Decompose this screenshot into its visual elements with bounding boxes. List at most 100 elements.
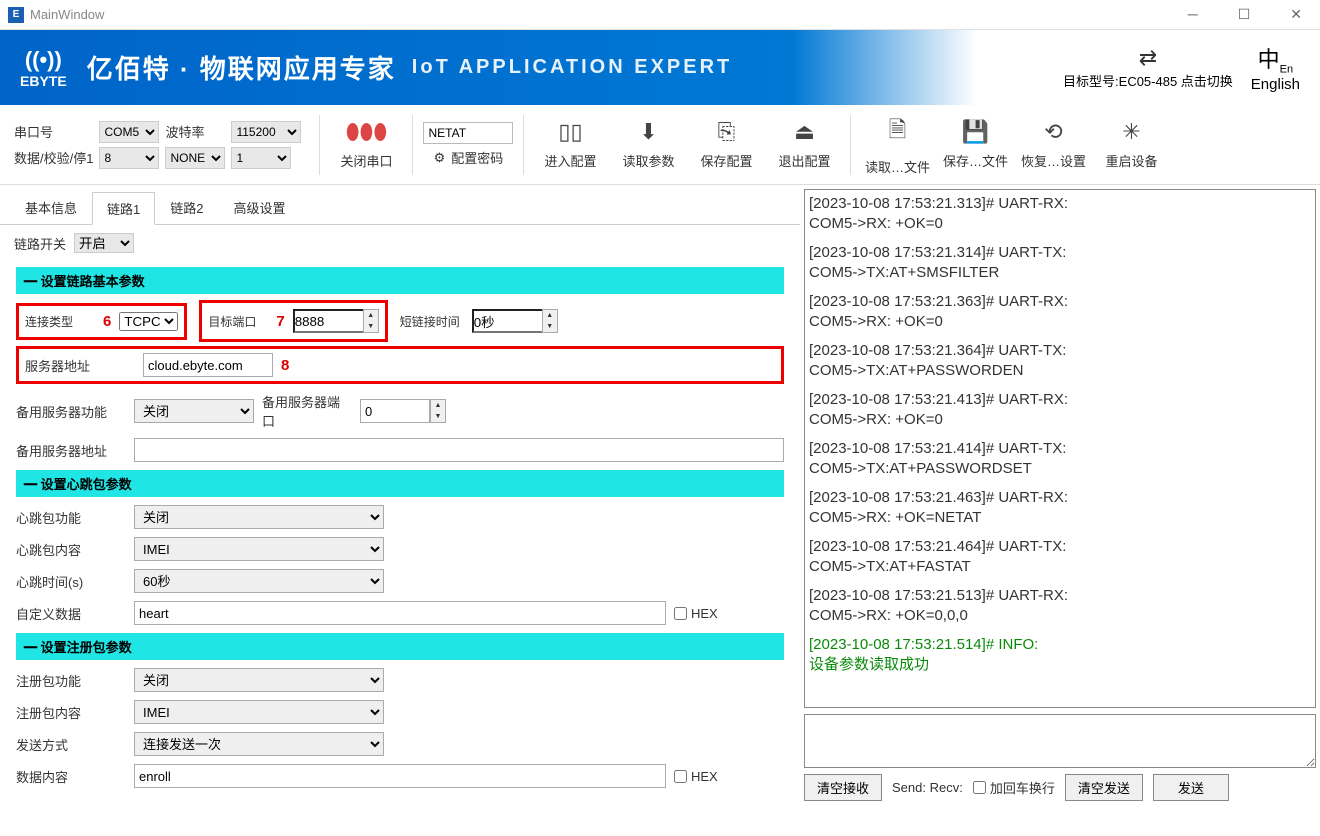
- language-icon: 中En: [1258, 42, 1293, 75]
- hex-label: HEX: [691, 769, 718, 784]
- hb-func-select[interactable]: 关闭: [134, 505, 384, 529]
- hb-hex-check[interactable]: HEX: [674, 606, 784, 621]
- send-input[interactable]: [804, 714, 1316, 768]
- tab-link1[interactable]: 链路1: [92, 192, 155, 225]
- target-port-spinner[interactable]: ▲▼: [293, 309, 379, 333]
- link-switch-label: 链路开关: [14, 234, 66, 253]
- server-addr-input[interactable]: [143, 353, 273, 377]
- backup-port-input[interactable]: [360, 399, 430, 423]
- maximize-icon[interactable]: ☐: [1228, 2, 1261, 27]
- divider: [412, 115, 413, 175]
- form-scroll[interactable]: 设置链路基本参数 连接类型 6 TCPC 目标端口 7 ▲▼ 短链接时间: [0, 261, 800, 805]
- exit-config-button[interactable]: ⏏退出配置: [768, 113, 840, 177]
- hb-time-select[interactable]: 60秒: [134, 569, 384, 593]
- backup-func-label: 备用服务器功能: [16, 402, 126, 421]
- short-conn-spinner[interactable]: ▲▼: [472, 309, 558, 333]
- close-serial-label: 关闭串口: [340, 151, 392, 170]
- tab-basic-info[interactable]: 基本信息: [10, 191, 92, 224]
- link-switch-select[interactable]: 开启: [74, 233, 134, 253]
- language-button[interactable]: 中En English: [1251, 42, 1300, 92]
- toolbar: 串口号 COM5 波特率 115200 数据/校验/停1 8 NONE 1 ⬮⬮…: [0, 105, 1320, 185]
- window-title: MainWindow: [30, 7, 104, 22]
- send-button[interactable]: 发送: [1153, 774, 1229, 801]
- port-select[interactable]: COM5: [99, 121, 159, 143]
- hb-time-label: 心跳时间(s): [16, 572, 126, 591]
- reg-content-select[interactable]: IMEI: [134, 700, 384, 724]
- log-output[interactable]: [2023-10-08 17:53:21.313]# UART-RX: COM5…: [804, 189, 1316, 708]
- stopbits-select[interactable]: 1: [231, 147, 291, 169]
- tab-link2[interactable]: 链路2: [155, 191, 218, 224]
- reg-data-input[interactable]: [134, 764, 666, 788]
- hb-hex-checkbox[interactable]: [674, 607, 687, 620]
- read-file-label: 读取…文件: [865, 157, 930, 176]
- save-file-label: 保存…文件: [943, 151, 1008, 170]
- hb-custom-input[interactable]: [134, 601, 666, 625]
- app-icon: E: [8, 7, 24, 23]
- save-file-button[interactable]: 💾保存…文件: [939, 113, 1011, 177]
- crlf-check[interactable]: 加回车换行: [973, 778, 1055, 797]
- clear-recv-button[interactable]: 清空接收: [804, 774, 882, 801]
- close-serial-button[interactable]: ⬮⬮⬮ 关闭串口: [330, 113, 402, 177]
- section-register: 设置注册包参数: [16, 633, 784, 660]
- reg-hex-checkbox[interactable]: [674, 770, 687, 783]
- annotation-box-6: 连接类型 6 TCPC: [16, 303, 187, 340]
- left-pane: 基本信息 链路1 链路2 高级设置 链路开关 开启 设置链路基本参数 连接类型 …: [0, 185, 800, 805]
- databits-select[interactable]: 8: [99, 147, 159, 169]
- baud-select[interactable]: 115200: [231, 121, 301, 143]
- spin-up-icon[interactable]: ▲: [431, 400, 445, 411]
- crlf-checkbox[interactable]: [973, 781, 986, 794]
- hb-content-select[interactable]: IMEI: [134, 537, 384, 561]
- banner: ((•)) EBYTE 亿佰特 · 物联网应用专家 IoT APPLICATIO…: [0, 30, 1320, 105]
- backup-addr-input[interactable]: [134, 438, 784, 462]
- tabs: 基本信息 链路1 链路2 高级设置: [0, 191, 800, 225]
- password-block: ⚙ 配置密码: [423, 122, 513, 167]
- config-password-button[interactable]: ⚙ 配置密码: [434, 148, 504, 167]
- divider: [523, 115, 524, 175]
- restore-icon: ⟲: [1044, 119, 1062, 145]
- antenna-icon: ((•)): [25, 47, 62, 73]
- read-file-button[interactable]: 🗎 读取…文件: [861, 113, 933, 177]
- conn-type-select[interactable]: TCPC: [119, 312, 178, 331]
- backup-port-spinner[interactable]: ▲▼: [360, 399, 446, 423]
- parity-select[interactable]: NONE: [165, 147, 225, 169]
- save-config-label: 保存配置: [700, 151, 752, 170]
- minimize-icon[interactable]: ─: [1178, 2, 1208, 27]
- titlebar: E MainWindow ─ ☐ ✕: [0, 0, 1320, 30]
- backup-func-select[interactable]: 关闭: [134, 399, 254, 423]
- baud-label: 波特率: [165, 122, 225, 141]
- clear-send-button[interactable]: 清空发送: [1065, 774, 1143, 801]
- language-label: English: [1251, 76, 1300, 93]
- short-conn-input[interactable]: [472, 309, 542, 333]
- reg-hex-check[interactable]: HEX: [674, 769, 784, 784]
- annotation-8: 8: [281, 357, 289, 374]
- send-recv-stats: Send: Recv:: [892, 780, 963, 795]
- target-model-button[interactable]: ⇄ 目标型号:EC05-485 点击切换: [1063, 45, 1233, 90]
- server-addr-label: 服务器地址: [25, 356, 135, 375]
- password-input[interactable]: [423, 122, 513, 144]
- spin-up-icon[interactable]: ▲: [543, 310, 557, 321]
- spin-down-icon[interactable]: ▼: [364, 321, 378, 332]
- reboot-button[interactable]: ✳重启设备: [1095, 113, 1167, 177]
- read-params-button[interactable]: ⬇读取参数: [612, 113, 684, 177]
- spin-down-icon[interactable]: ▼: [431, 411, 445, 422]
- restore-label: 恢复…设置: [1021, 151, 1086, 170]
- spin-down-icon[interactable]: ▼: [543, 321, 557, 332]
- save-config-button[interactable]: ⎘保存配置: [690, 113, 762, 177]
- close-icon[interactable]: ✕: [1280, 2, 1312, 27]
- target-port-input[interactable]: [293, 309, 363, 333]
- reboot-label: 重启设备: [1105, 151, 1157, 170]
- reg-content-label: 注册包内容: [16, 703, 126, 722]
- restore-button[interactable]: ⟲ 恢复…设置: [1017, 113, 1089, 177]
- brand-cn: 亿佰特 · 物联网应用专家: [87, 49, 396, 86]
- send-mode-select[interactable]: 连接发送一次: [134, 732, 384, 756]
- annotation-6: 6: [103, 313, 111, 330]
- enter-config-button[interactable]: ▯▯进入配置: [534, 113, 606, 177]
- reg-func-select[interactable]: 关闭: [134, 668, 384, 692]
- file-read-icon: 🗎: [889, 113, 907, 151]
- exit-config-label: 退出配置: [778, 151, 830, 170]
- spin-up-icon[interactable]: ▲: [364, 310, 378, 321]
- target-port-label: 目标端口: [208, 313, 268, 330]
- hex-label: HEX: [691, 606, 718, 621]
- tab-advanced[interactable]: 高级设置: [218, 191, 300, 224]
- bottom-bar: 清空接收 Send: Recv: 加回车换行 清空发送 发送: [804, 774, 1316, 801]
